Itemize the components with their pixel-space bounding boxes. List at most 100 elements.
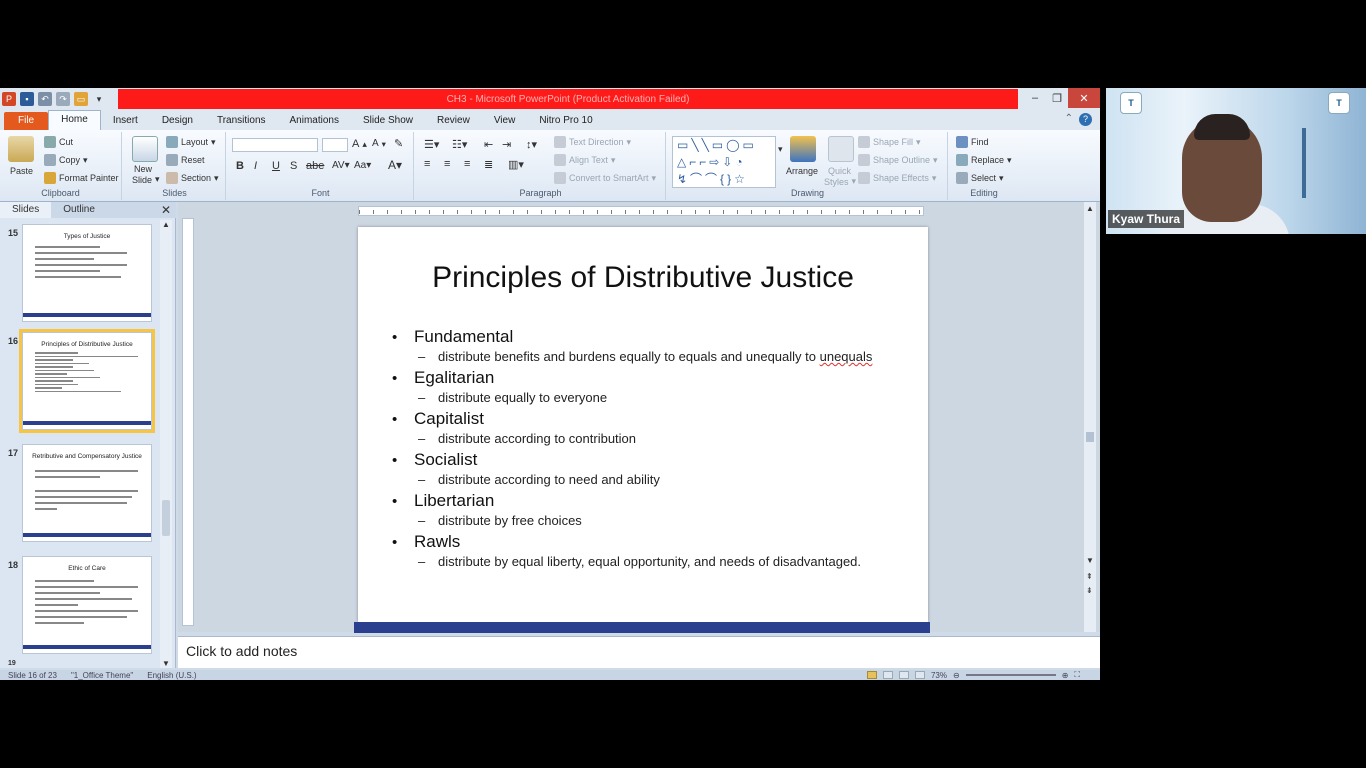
tab-nitro-pro[interactable]: Nitro Pro 10 [527,112,604,130]
shapes-gallery[interactable]: ▭╲╲▭◯▭ △⌐⌐⇨⇩◔ ↯⌒⌒{}☆ [672,136,776,188]
increase-indent-icon[interactable]: ⇥ [502,138,511,151]
tab-file[interactable]: File [4,112,49,130]
shape-effects-button[interactable]: Shape Effects ▾ [858,172,936,184]
arrange-button[interactable]: Arrange [786,166,818,176]
next-slide-icon[interactable]: ⇟ [1086,586,1093,595]
tab-home[interactable]: Home [48,110,101,130]
align-text-icon [554,154,566,166]
reading-view-button[interactable] [898,671,909,679]
font-color-button[interactable]: A▾ [388,158,402,172]
minimize-button[interactable]: – [1024,88,1046,108]
language-indicator[interactable]: English (U.S.) [147,671,196,680]
grow-font-button[interactable]: A ▴ [352,138,367,150]
align-right-icon[interactable]: ≡ [464,158,470,170]
slide-scrollbar[interactable]: ▲ ▼ ⇞ ⇟ [1084,202,1096,632]
tab-transitions[interactable]: Transitions [205,112,278,130]
notes-pane[interactable]: Click to add notes [178,636,1100,668]
customize-toolbar-icon[interactable]: ▾ [92,92,106,106]
replace-button[interactable]: Replace ▾ [956,154,1012,166]
tab-outline[interactable]: Outline [51,202,107,218]
tab-view[interactable]: View [482,112,528,130]
close-panel-icon[interactable]: ✕ [161,203,171,217]
maximize-button[interactable]: ❐ [1046,88,1068,108]
shadow-button[interactable]: S [290,160,297,172]
slides-panel-scrollbar[interactable]: ▲ ▼ [160,220,172,668]
cut-button[interactable]: Cut [44,136,73,148]
shapes-gallery-more[interactable]: ▾ [778,144,783,155]
open-folder-icon[interactable]: ▭ [74,92,88,106]
drawing-label: Drawing [790,188,824,198]
select-button[interactable]: Select ▾ [956,172,1004,184]
columns-button[interactable]: ▥▾ [508,158,524,171]
undo-icon[interactable]: ↶ [38,92,52,106]
character-spacing-button[interactable]: AV▾ [332,160,350,171]
previous-slide-icon[interactable]: ⇞ [1086,572,1093,581]
slide-thumbnail[interactable]: Types of Justice [22,224,152,322]
copy-button[interactable]: Copy ▾ [44,154,88,166]
scroll-up-icon[interactable]: ▲ [162,220,170,229]
font-name-select[interactable] [232,138,318,152]
format-painter-button[interactable]: Format Painter [44,172,119,184]
justify-icon[interactable]: ≣ [484,158,493,171]
zoom-in-icon[interactable]: ⊕ [1062,671,1069,680]
align-center-icon[interactable]: ≡ [444,158,450,170]
scroll-up-icon[interactable]: ▲ [1086,204,1094,213]
tab-review[interactable]: Review [425,112,482,130]
new-slide-button[interactable]: New [134,164,152,174]
quick-styles-button[interactable]: Quick [828,166,851,176]
align-left-icon[interactable]: ≡ [424,158,430,170]
reset-button[interactable]: Reset [166,154,205,166]
shape-fill-button[interactable]: Shape Fill ▾ [858,136,921,148]
text-direction-button[interactable]: Text Direction ▾ [554,136,631,148]
line-spacing-button[interactable]: ↕▾ [526,138,537,151]
slide-thumbnail[interactable]: Ethic of Care [22,556,152,654]
collapse-ribbon-icon[interactable]: ⌃ [1065,113,1073,126]
bullets-button[interactable]: ☰▾ [424,138,439,151]
italic-button[interactable]: I [254,160,257,172]
tab-design[interactable]: Design [150,112,205,130]
slideshow-button[interactable] [914,671,925,679]
convert-smartart-button[interactable]: Convert to SmartArt ▾ [554,172,656,184]
scroll-thumb[interactable] [162,500,170,536]
tab-insert[interactable]: Insert [101,112,150,130]
scroll-thumb[interactable] [1086,432,1094,442]
redo-icon[interactable]: ↷ [56,92,70,106]
section-button[interactable]: Section ▾ [166,172,219,184]
help-icon[interactable]: ? [1079,113,1092,126]
clear-formatting-icon[interactable]: ✎ [394,137,403,150]
fit-slide-icon[interactable]: ⛶ [1074,670,1080,680]
slide-canvas[interactable]: Principles of Distributive Justice Funda… [358,227,928,622]
strikethrough-button[interactable]: abe [306,160,324,172]
slide-sorter-button[interactable] [882,671,893,679]
tab-slide-show[interactable]: Slide Show [351,112,425,130]
zoom-out-icon[interactable]: ⊖ [953,671,960,680]
tab-slides[interactable]: Slides [0,202,52,218]
save-icon[interactable]: ▪ [20,92,34,106]
layout-button[interactable]: Layout ▾ [166,136,216,148]
change-case-button[interactable]: Aa▾ [354,160,371,171]
decrease-indent-icon[interactable]: ⇤ [484,138,493,151]
numbering-button[interactable]: ☷▾ [452,138,467,151]
quick-styles-button-label[interactable]: Styles ▾ [824,176,856,187]
scroll-down-icon[interactable]: ▼ [1086,556,1094,565]
slide-thumbnail[interactable]: Retributive and Compensatory Justice [22,444,152,542]
normal-view-button[interactable] [866,671,877,679]
tab-animations[interactable]: Animations [278,112,351,130]
slide-bullets[interactable]: Fundamental –distribute benefits and bur… [392,327,912,573]
paste-button[interactable]: Paste [10,166,33,176]
zoom-level[interactable]: 73% [931,671,947,680]
slide-title[interactable]: Principles of Distributive Justice [358,261,928,295]
font-size-select[interactable] [322,138,348,152]
align-text-button[interactable]: Align Text ▾ [554,154,615,166]
shape-outline-button[interactable]: Shape Outline ▾ [858,154,938,166]
underline-button[interactable]: U [272,160,280,172]
shrink-font-button[interactable]: A ▾ [372,138,386,149]
bold-button[interactable]: B [236,160,244,172]
thumbnail-number: 17 [8,448,19,458]
find-button[interactable]: Find [956,136,989,148]
scroll-down-icon[interactable]: ▼ [162,659,170,668]
zoom-slider[interactable] [965,674,1056,676]
close-button[interactable]: ✕ [1068,88,1100,108]
new-slide-button-label[interactable]: Slide ▾ [132,174,160,185]
slide-thumbnail-selected[interactable]: Principles of Distributive Justice [19,329,155,433]
